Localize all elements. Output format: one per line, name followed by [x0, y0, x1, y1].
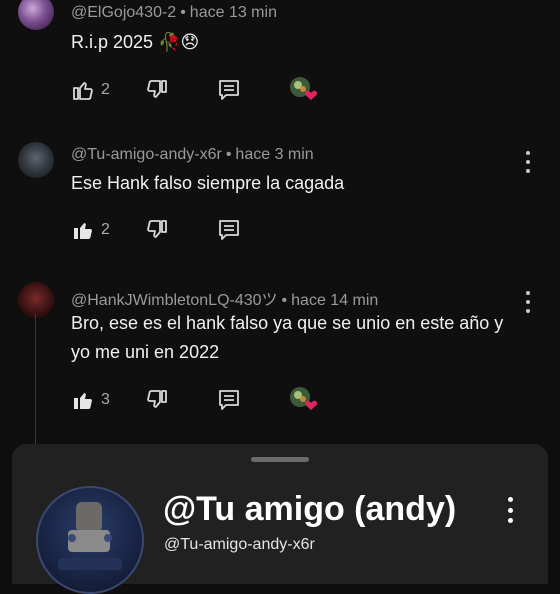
comment-author[interactable]: @ElGojo430-2: [71, 4, 176, 21]
channel-avatar-image: [58, 502, 122, 570]
avatar[interactable]: [18, 0, 54, 30]
reply-comment-icon: [219, 220, 239, 240]
thumb-up-icon: [73, 82, 93, 100]
like-button[interactable]: 3: [71, 388, 110, 412]
creator-heart-icon: [289, 77, 317, 100]
more-vertical-icon[interactable]: [524, 291, 532, 313]
dislike-button[interactable]: [145, 78, 169, 102]
like-count: 2: [101, 221, 110, 238]
comment-item: @HankJWimbletonLQ-430ツ • hace 14 min Bro, …: [0, 276, 560, 436]
comment-item: @ElGojo430-2 • hace 13 min R.i.p 2025 🥀😞 2: [0, 0, 560, 120]
comment-actions: 2: [71, 216, 241, 244]
comment-actions: 3: [71, 386, 319, 414]
avatar[interactable]: [18, 282, 54, 318]
more-vertical-icon[interactable]: [524, 151, 532, 173]
creator-heart[interactable]: [289, 76, 319, 104]
thumb-up-icon: [74, 223, 92, 239]
comment-text: R.i.p 2025 🥀😞: [71, 32, 200, 52]
dislike-button[interactable]: [145, 388, 169, 412]
meta-separator: •: [225, 146, 232, 163]
comment-meta: @Tu-amigo-andy-x6r • hace 3 min: [71, 146, 314, 164]
comment-time: hace 13 min: [189, 4, 277, 21]
channel-avatar[interactable]: [36, 486, 144, 594]
comment-time: hace 3 min: [235, 146, 314, 163]
comment-item: @Tu-amigo-andy-x6r • hace 3 min Ese Hank f…: [0, 136, 560, 266]
channel-name: @Tu amigo (andy): [163, 490, 457, 528]
reply-comment-icon: [219, 390, 239, 410]
thumb-down-icon: [147, 80, 167, 98]
like-count: 3: [101, 391, 110, 408]
thumb-up-icon: [74, 393, 92, 409]
comment-author[interactable]: @Tu-amigo-andy-x6r: [71, 146, 222, 163]
thread-line: [35, 314, 36, 444]
comment-text: Ese Hank falso siempre la cagada: [71, 173, 345, 193]
creator-heart[interactable]: [289, 386, 319, 414]
dislike-button[interactable]: [145, 218, 169, 242]
more-vertical-icon[interactable]: [506, 497, 514, 523]
like-button[interactable]: 2: [71, 218, 110, 242]
comment-author[interactable]: @HankJWimbletonLQ-430ツ: [71, 292, 278, 309]
reply-comment-icon: [219, 80, 239, 100]
like-button[interactable]: 2: [71, 78, 110, 102]
meta-separator: •: [281, 292, 288, 309]
comment-meta: @HankJWimbletonLQ-430ツ • hace 14 min: [71, 286, 378, 310]
comment-meta: @ElGojo430-2 • hace 13 min: [71, 4, 277, 22]
avatar[interactable]: [18, 142, 54, 178]
comment-time: hace 14 min: [291, 292, 379, 309]
like-count: 2: [101, 81, 110, 98]
reply-button[interactable]: [217, 388, 241, 412]
meta-separator: •: [180, 4, 186, 21]
channel-handle[interactable]: @Tu-amigo-andy-x6r: [164, 536, 315, 554]
reply-button[interactable]: [217, 78, 241, 102]
comment-text: Bro, ese es el hank falso ya que se unio…: [71, 313, 504, 362]
creator-heart-icon: [289, 387, 317, 410]
reply-button[interactable]: [217, 218, 241, 242]
thumb-down-icon: [147, 390, 167, 408]
sheet-drag-handle[interactable]: [251, 457, 309, 462]
comment-actions: 2: [71, 76, 319, 104]
thumb-down-icon: [147, 220, 167, 238]
